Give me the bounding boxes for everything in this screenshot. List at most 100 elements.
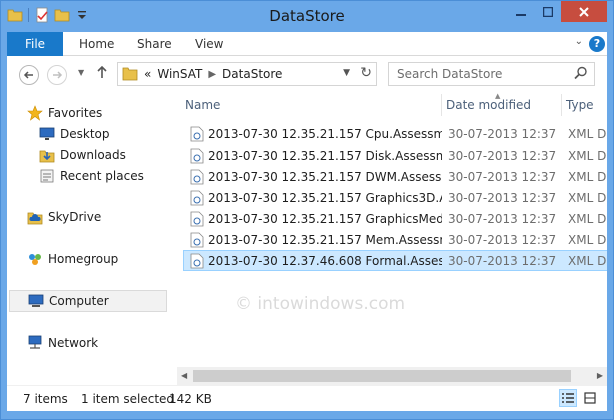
nav-item-label: SkyDrive (48, 210, 102, 224)
file-name: 2013-07-30 12.35.21.157 Cpu.Assessment .… (208, 127, 442, 141)
forward-button[interactable] (47, 65, 67, 85)
downloads-icon (39, 147, 55, 163)
nav-item-label: Computer (49, 294, 109, 308)
close-icon (579, 6, 589, 17)
file-row[interactable]: 2013-07-30 12.35.21.157 Graphics3D.Asse.… (183, 187, 607, 208)
large-icons-view-button[interactable] (581, 389, 599, 407)
xml-file-icon (190, 190, 204, 206)
scroll-left-icon[interactable]: ◀ (181, 371, 187, 380)
scroll-right-icon[interactable]: ▶ (597, 371, 603, 380)
xml-file-icon (190, 148, 204, 164)
file-row[interactable]: 2013-07-30 12.35.21.157 GraphicsMedia.A.… (183, 208, 607, 229)
maximize-button[interactable] (534, 1, 561, 22)
search-box[interactable]: Search DataStore (388, 62, 595, 86)
breadcrumb-datastore[interactable]: DataStore (222, 67, 282, 81)
skydrive-icon (27, 209, 43, 225)
status-bar: 7 items 1 item selected 142 KB (7, 385, 607, 411)
file-name: 2013-07-30 12.35.21.157 DWM.Assessme... (208, 170, 442, 184)
tab-share[interactable]: Share (137, 32, 172, 56)
window-controls (507, 1, 607, 22)
address-bar[interactable]: « WinSAT ▶ DataStore ▼ ↻ (117, 62, 377, 86)
nav-item-computer[interactable]: Computer (9, 290, 167, 312)
details-view-button[interactable] (559, 389, 577, 407)
xml-file-icon (190, 211, 204, 227)
up-arrow-icon (97, 65, 107, 78)
address-dropdown-icon[interactable]: ▼ (343, 68, 350, 78)
nav-item-recent-places[interactable]: Recent places (39, 165, 167, 187)
file-row-selected[interactable]: 2013-07-30 12.37.46.608 Formal.Assessm..… (183, 250, 607, 271)
breadcrumb-overflow[interactable]: « (144, 67, 151, 81)
file-type: XML D (568, 212, 607, 226)
minimize-button[interactable] (507, 1, 534, 22)
chevron-right-icon[interactable]: ▶ (208, 69, 216, 80)
maximize-icon (542, 6, 553, 17)
nav-item-skydrive[interactable]: SkyDrive (27, 206, 167, 228)
nav-item-network[interactable]: Network (27, 332, 167, 354)
column-divider[interactable] (561, 94, 562, 116)
recent-locations-dropdown-icon[interactable]: ▼ (78, 68, 84, 77)
nav-item-downloads[interactable]: Downloads (39, 144, 167, 166)
breadcrumb-winsat[interactable]: WinSAT (157, 67, 202, 81)
refresh-icon[interactable]: ↻ (360, 65, 372, 81)
forward-arrow-icon (53, 71, 63, 79)
file-date: 30-07-2013 12:37 (448, 149, 557, 163)
tab-view[interactable]: View (195, 32, 223, 56)
navigation-bar: ▼ « WinSAT ▶ DataStore ▼ ↻ Search DataSt… (7, 56, 607, 92)
navigation-pane: Favorites Desktop Downloads Recent place… (7, 92, 169, 385)
recent-places-icon (39, 168, 55, 184)
file-row[interactable]: 2013-07-30 12.35.21.157 Cpu.Assessment .… (183, 123, 607, 144)
xml-file-icon (190, 169, 204, 185)
file-row[interactable]: 2013-07-30 12.35.21.157 Mem.Assessmen...… (183, 229, 607, 250)
minimize-icon (515, 13, 526, 16)
folder-icon (122, 67, 138, 81)
computer-icon (28, 293, 44, 309)
scrollbar-thumb[interactable] (193, 370, 571, 382)
column-divider[interactable] (441, 94, 442, 116)
nav-item-favorites[interactable]: Favorites (27, 102, 167, 124)
expand-ribbon-icon[interactable]: ⌄ (575, 36, 583, 47)
file-type: XML D (568, 191, 607, 205)
file-type: XML D (568, 149, 607, 163)
nav-item-label: Network (48, 336, 99, 350)
file-row[interactable]: 2013-07-30 12.35.21.157 Disk.Assessment … (183, 145, 607, 166)
status-selection: 1 item selected (81, 392, 175, 406)
close-button[interactable] (561, 1, 607, 22)
nav-item-label: Homegroup (48, 252, 119, 266)
nav-item-label: Recent places (60, 169, 144, 183)
back-button[interactable] (19, 65, 39, 85)
file-date: 30-07-2013 12:37 (448, 170, 557, 184)
file-name: 2013-07-30 12.35.21.157 Mem.Assessmen... (208, 233, 442, 247)
help-button[interactable]: ? (589, 36, 605, 52)
column-header-date-modified[interactable]: Date modified (446, 98, 531, 112)
file-name: 2013-07-30 12.35.21.157 GraphicsMedia.A.… (208, 212, 442, 226)
file-row[interactable]: 2013-07-30 12.35.21.157 DWM.Assessme... … (183, 166, 607, 187)
tab-file[interactable]: File (7, 32, 63, 56)
title-bar[interactable]: DataStore (1, 1, 613, 32)
column-header-name[interactable]: Name (185, 98, 220, 112)
file-date: 30-07-2013 12:37 (448, 233, 557, 247)
network-icon (27, 335, 43, 351)
xml-file-icon (190, 126, 204, 142)
horizontal-scrollbar[interactable]: ◀ ▶ (177, 367, 607, 385)
nav-item-desktop[interactable]: Desktop (39, 123, 167, 145)
search-placeholder: Search DataStore (397, 67, 503, 81)
xml-file-icon (190, 253, 204, 269)
file-date: 30-07-2013 12:37 (448, 254, 557, 268)
nav-item-label: Desktop (60, 127, 110, 141)
content-area: Favorites Desktop Downloads Recent place… (7, 92, 607, 385)
tab-home[interactable]: Home (79, 32, 114, 56)
xml-file-icon (190, 232, 204, 248)
search-icon[interactable] (574, 66, 588, 80)
column-header-type[interactable]: Type (566, 98, 594, 112)
nav-item-homegroup[interactable]: Homegroup (27, 248, 167, 270)
nav-item-label: Downloads (60, 148, 126, 162)
watermark: © intowindows.com (235, 294, 406, 314)
file-date: 30-07-2013 12:37 (448, 212, 557, 226)
large-icons-view-icon (584, 392, 596, 404)
file-name: 2013-07-30 12.35.21.157 Graphics3D.Asse.… (208, 191, 442, 205)
nav-item-label: Favorites (48, 106, 103, 120)
file-name: 2013-07-30 12.37.46.608 Formal.Assessm..… (208, 254, 442, 268)
star-icon (27, 105, 43, 121)
up-button[interactable] (96, 65, 108, 83)
status-item-count: 7 items (23, 392, 68, 406)
